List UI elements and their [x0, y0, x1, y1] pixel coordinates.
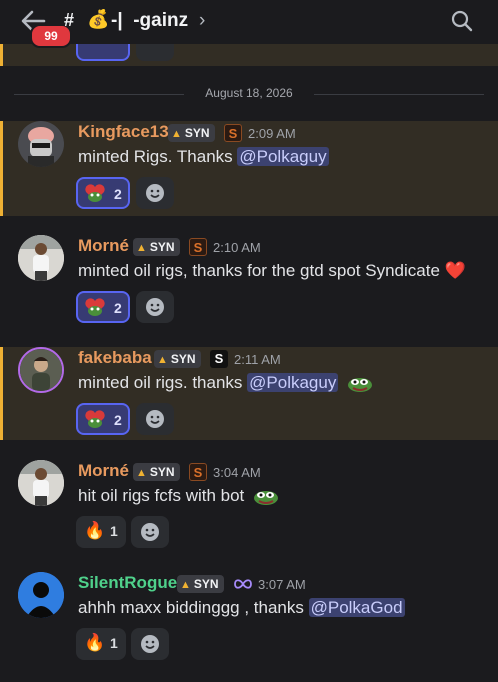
syn-badge: ▲ SYN [133, 238, 180, 256]
syn-badge: ▲ SYN [133, 463, 180, 481]
timestamp: 3:04 AM [213, 465, 261, 480]
timestamp: 2:11 AM [234, 352, 281, 367]
heart-pepe-icon [85, 410, 105, 428]
role-s-icon: S [210, 350, 228, 368]
smiley-icon [141, 523, 159, 541]
role-s-icon: S [189, 238, 207, 256]
username[interactable]: Morné [78, 236, 129, 256]
reaction-count: 2 [114, 300, 122, 316]
previous-reaction-pill[interactable] [76, 44, 130, 61]
red-heart-icon: ❤️ [444, 261, 466, 280]
reaction-count: 2 [114, 412, 122, 428]
syn-badge: ▲ SYN [168, 124, 215, 142]
avatar[interactable] [18, 347, 64, 393]
reaction-heart-pepe[interactable]: 2 [76, 291, 130, 323]
add-reaction-button[interactable] [136, 403, 174, 435]
username[interactable]: SilentRogue [78, 573, 177, 593]
smiley-icon [146, 410, 164, 428]
role-s-icon: S [224, 124, 242, 142]
message-text: minted oil rigs, thanks for the gtd spot… [78, 261, 466, 280]
reaction-heart-pepe[interactable]: 2 [76, 403, 130, 435]
chat-message: Kingface13 ▲ SYN S 2:09 AM minted Rigs. T… [0, 121, 498, 231]
avatar[interactable] [18, 121, 64, 167]
pepe-emoji-icon [348, 377, 373, 392]
heart-pepe-icon [85, 184, 105, 202]
timestamp: 3:07 AM [258, 577, 306, 592]
reaction-fire[interactable]: 🔥 1 [76, 516, 126, 548]
add-reaction-button[interactable] [131, 628, 169, 660]
message-text: ahhh maxx biddinggg , thanks @PolkaGod [78, 598, 405, 617]
timestamp: 2:09 AM [248, 126, 296, 141]
flame-icon: ▲ [136, 467, 147, 479]
avatar[interactable] [18, 460, 64, 506]
channel-hash-icon: # [64, 10, 75, 30]
reaction-count: 2 [114, 186, 122, 202]
message-text: minted oil rigs. thanks @Polkaguy [78, 373, 373, 393]
flame-icon: ▲ [180, 579, 191, 591]
user-mention[interactable]: @Polkaguy [237, 147, 329, 166]
chat-message: fakebaba ▲ SYN S 2:11 AM minted oil rigs.… [0, 347, 498, 457]
avatar[interactable] [18, 572, 64, 618]
previous-message-highlight [0, 44, 498, 66]
previous-add-reaction[interactable] [136, 44, 174, 61]
add-reaction-button[interactable] [136, 177, 174, 209]
smiley-icon [146, 298, 164, 316]
channel-name[interactable]: -| -gainz [111, 10, 188, 32]
syn-badge: ▲ SYN [177, 575, 224, 593]
add-reaction-button[interactable] [136, 291, 174, 323]
add-reaction-button[interactable] [131, 516, 169, 548]
flame-icon: ▲ [157, 354, 168, 366]
smiley-icon [146, 184, 164, 202]
reaction-heart-pepe[interactable]: 2 [76, 177, 130, 209]
money-bag-icon: 💰 [87, 9, 110, 29]
chat-message: Morné ▲ SYN S 3:04 AM hit oil rigs fcfs w… [0, 460, 498, 570]
username[interactable]: Kingface13 [78, 122, 169, 142]
chat-message: SilentRogue ▲ SYN 3:07 AM ahhh maxx biddi… [0, 572, 498, 682]
heart-pepe-icon [85, 298, 105, 316]
flame-icon: ▲ [171, 128, 182, 140]
reaction-count: 1 [110, 523, 118, 539]
user-mention[interactable]: @Polkaguy [247, 373, 339, 392]
user-mention[interactable]: @PolkaGod [308, 598, 405, 617]
smiley-icon [141, 635, 159, 653]
date-divider: August 18, 2026 [14, 84, 484, 104]
date-divider-text: August 18, 2026 [205, 86, 293, 100]
reaction-count: 1 [110, 635, 118, 651]
username[interactable]: Morné [78, 461, 129, 481]
reaction-fire[interactable]: 🔥 1 [76, 628, 126, 660]
message-text: minted Rigs. Thanks @Polkaguy [78, 147, 329, 166]
chat-message: Morné ▲ SYN S 2:10 AM minted oil rigs, th… [0, 235, 498, 345]
username[interactable]: fakebaba [78, 348, 152, 368]
search-icon[interactable] [450, 9, 474, 33]
chevron-right-icon[interactable]: › [199, 10, 205, 32]
infinity-role-icon [234, 579, 252, 589]
fire-icon: 🔥 [84, 633, 106, 652]
pepe-emoji-icon [254, 490, 279, 505]
flame-icon: ▲ [136, 242, 147, 254]
channel-header: 99 # 💰 -| -gainz › [0, 0, 498, 48]
avatar[interactable] [18, 235, 64, 281]
fire-icon: 🔥 [84, 521, 106, 540]
syn-badge: ▲ SYN [154, 350, 201, 368]
role-s-icon: S [189, 463, 207, 481]
message-text: hit oil rigs fcfs with bot [78, 486, 279, 506]
timestamp: 2:10 AM [213, 240, 261, 255]
